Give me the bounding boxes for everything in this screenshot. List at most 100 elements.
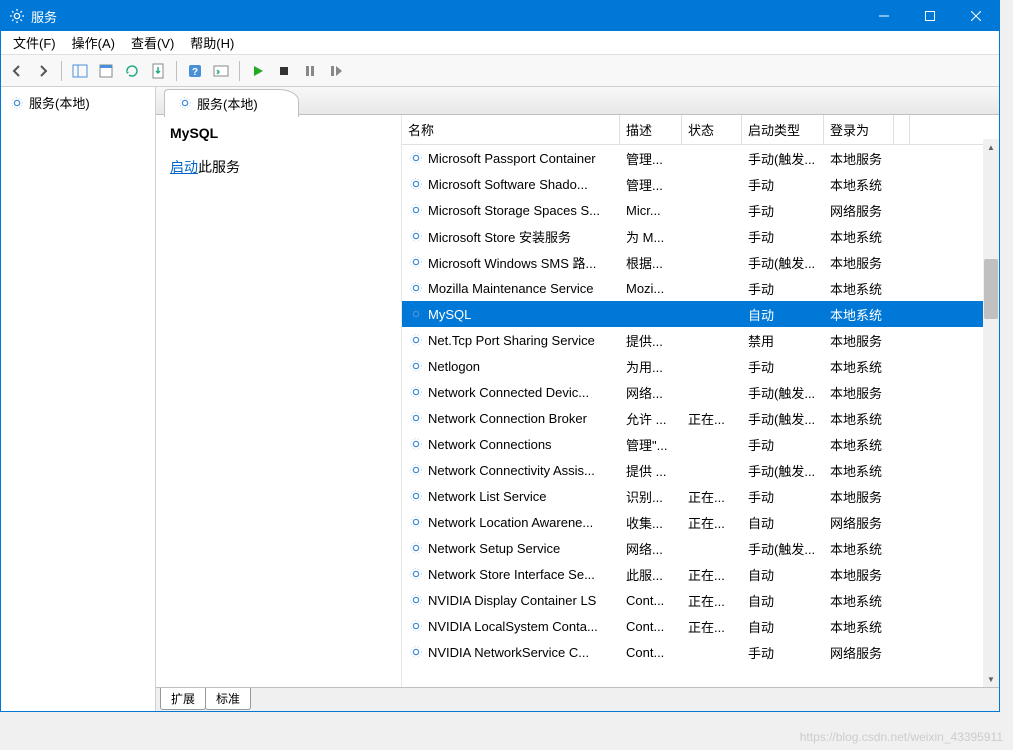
cell-desc: Cont... (620, 645, 682, 660)
cell-desc: 网络... (620, 383, 682, 402)
cell-name: Network List Service (402, 488, 620, 504)
cell-desc: 为用... (620, 357, 682, 376)
minimize-button[interactable] (861, 1, 907, 31)
cell-startup: 手动 (742, 643, 824, 662)
export-button[interactable] (146, 59, 170, 83)
show-hide-tree-button[interactable] (68, 59, 92, 83)
cell-desc: 提供 ... (620, 461, 682, 480)
service-row[interactable]: Network Store Interface Se...此服...正在...自… (402, 561, 999, 587)
pause-service-button[interactable] (298, 59, 322, 83)
service-row[interactable]: NVIDIA LocalSystem Conta...Cont...正在...自… (402, 613, 999, 639)
cell-logon: 网络服务 (824, 643, 894, 662)
start-service-button[interactable] (246, 59, 270, 83)
service-row[interactable]: Microsoft Software Shado...管理...手动本地系统 (402, 171, 999, 197)
service-row[interactable]: Mozilla Maintenance ServiceMozi...手动本地系统 (402, 275, 999, 301)
start-suffix: 此服务 (198, 159, 240, 175)
svc-name-text: Network Connected Devic... (428, 385, 589, 400)
refresh-button[interactable] (120, 59, 144, 83)
service-row[interactable]: Microsoft Storage Spaces S...Micr...手动网络… (402, 197, 999, 223)
cell-desc: Mozi... (620, 281, 682, 296)
cell-startup: 手动 (742, 487, 824, 506)
tab-standard[interactable]: 标准 (205, 688, 251, 710)
cell-name: Network Connections (402, 436, 620, 452)
col-status[interactable]: 状态 (682, 115, 742, 144)
cell-name: Mozilla Maintenance Service (402, 280, 620, 296)
tree-label: 服务(本地) (29, 93, 90, 112)
svc-name-text: MySQL (428, 307, 471, 322)
cell-name: Net.Tcp Port Sharing Service (402, 332, 620, 348)
cell-startup: 手动 (742, 175, 824, 194)
cell-name: Microsoft Store 安装服务 (402, 227, 620, 246)
tab-label: 服务(本地) (164, 89, 299, 117)
service-row[interactable]: Netlogon为用...手动本地系统 (402, 353, 999, 379)
tab-extended[interactable]: 扩展 (160, 688, 206, 710)
svc-name-text: Network Connection Broker (428, 411, 587, 426)
maximize-button[interactable] (907, 1, 953, 31)
vertical-scrollbar[interactable]: ▲ ▼ (983, 139, 999, 687)
service-row[interactable]: Network Setup Service网络...手动(触发...本地系统 (402, 535, 999, 561)
service-row[interactable]: Microsoft Store 安装服务为 M...手动本地系统 (402, 223, 999, 249)
cell-desc: 根据... (620, 253, 682, 272)
svc-name-text: Network Setup Service (428, 541, 560, 556)
titlebar[interactable]: 服务 (1, 1, 999, 31)
watermark: https://blog.csdn.net/weixin_43395911 (800, 730, 1003, 744)
col-logon[interactable]: 登录为 (824, 115, 894, 144)
selected-service-name: MySQL (170, 125, 387, 141)
start-service-link[interactable]: 启动 (170, 159, 198, 175)
cell-desc: Cont... (620, 593, 682, 608)
cell-logon: 本地服务 (824, 253, 894, 272)
cell-startup: 手动 (742, 227, 824, 246)
gear-icon (408, 332, 424, 348)
svc-name-text: Netlogon (428, 359, 480, 374)
gear-icon (408, 280, 424, 296)
list-header: 名称 描述 状态 启动类型 登录为 (402, 115, 999, 145)
col-pad (894, 115, 910, 144)
tab-header: 服务(本地) (156, 87, 999, 115)
svc-name-text: Network Connections (428, 437, 552, 452)
service-row[interactable]: Microsoft Windows SMS 路...根据...手动(触发...本… (402, 249, 999, 275)
service-row[interactable]: NVIDIA NetworkService C...Cont...手动网络服务 (402, 639, 999, 665)
service-row[interactable]: MySQL自动本地系统 (402, 301, 999, 327)
forward-button[interactable] (31, 59, 55, 83)
service-row[interactable]: Network Connected Devic...网络...手动(触发...本… (402, 379, 999, 405)
svc-name-text: Net.Tcp Port Sharing Service (428, 333, 595, 348)
properties-button[interactable] (94, 59, 118, 83)
back-button[interactable] (5, 59, 29, 83)
gear-icon (408, 592, 424, 608)
gear-icon (408, 462, 424, 478)
sidebar: 服务(本地) (1, 87, 156, 711)
stop-service-button[interactable] (272, 59, 296, 83)
service-row[interactable]: Network List Service识别...正在...手动本地服务 (402, 483, 999, 509)
svc-name-text: Microsoft Store 安装服务 (428, 227, 571, 246)
service-row[interactable]: NVIDIA Display Container LSCont...正在...自… (402, 587, 999, 613)
restart-service-button[interactable] (324, 59, 348, 83)
scroll-thumb[interactable] (984, 259, 998, 319)
service-row[interactable]: Network Location Awarene...收集...正在...自动网… (402, 509, 999, 535)
menu-help[interactable]: 帮助(H) (182, 31, 242, 54)
service-row[interactable]: Network Connection Broker允许 ...正在...手动(触… (402, 405, 999, 431)
service-row[interactable]: Net.Tcp Port Sharing Service提供...禁用本地服务 (402, 327, 999, 353)
cell-logon: 本地系统 (824, 539, 894, 558)
svg-text:?: ? (192, 67, 198, 78)
scroll-down-icon[interactable]: ▼ (983, 671, 999, 687)
scroll-up-icon[interactable]: ▲ (983, 139, 999, 155)
console-button[interactable] (209, 59, 233, 83)
close-button[interactable] (953, 1, 999, 31)
service-row[interactable]: Network Connectivity Assis...提供 ...手动(触发… (402, 457, 999, 483)
tree-services-local[interactable]: 服务(本地) (1, 91, 155, 114)
col-startup[interactable]: 启动类型 (742, 115, 824, 144)
menu-file[interactable]: 文件(F) (5, 31, 64, 54)
menu-action[interactable]: 操作(A) (64, 31, 123, 54)
service-row[interactable]: Network Connections管理"...手动本地系统 (402, 431, 999, 457)
service-row[interactable]: Microsoft Passport Container管理...手动(触发..… (402, 145, 999, 171)
cell-startup: 自动 (742, 617, 824, 636)
gear-icon (408, 644, 424, 660)
app-icon (9, 8, 25, 24)
svc-name-text: Network Connectivity Assis... (428, 463, 595, 478)
cell-name: Microsoft Software Shado... (402, 176, 620, 192)
gear-icon (408, 410, 424, 426)
help-button[interactable]: ? (183, 59, 207, 83)
col-desc[interactable]: 描述 (620, 115, 682, 144)
col-name[interactable]: 名称 (402, 115, 620, 144)
menu-view[interactable]: 查看(V) (123, 31, 182, 54)
